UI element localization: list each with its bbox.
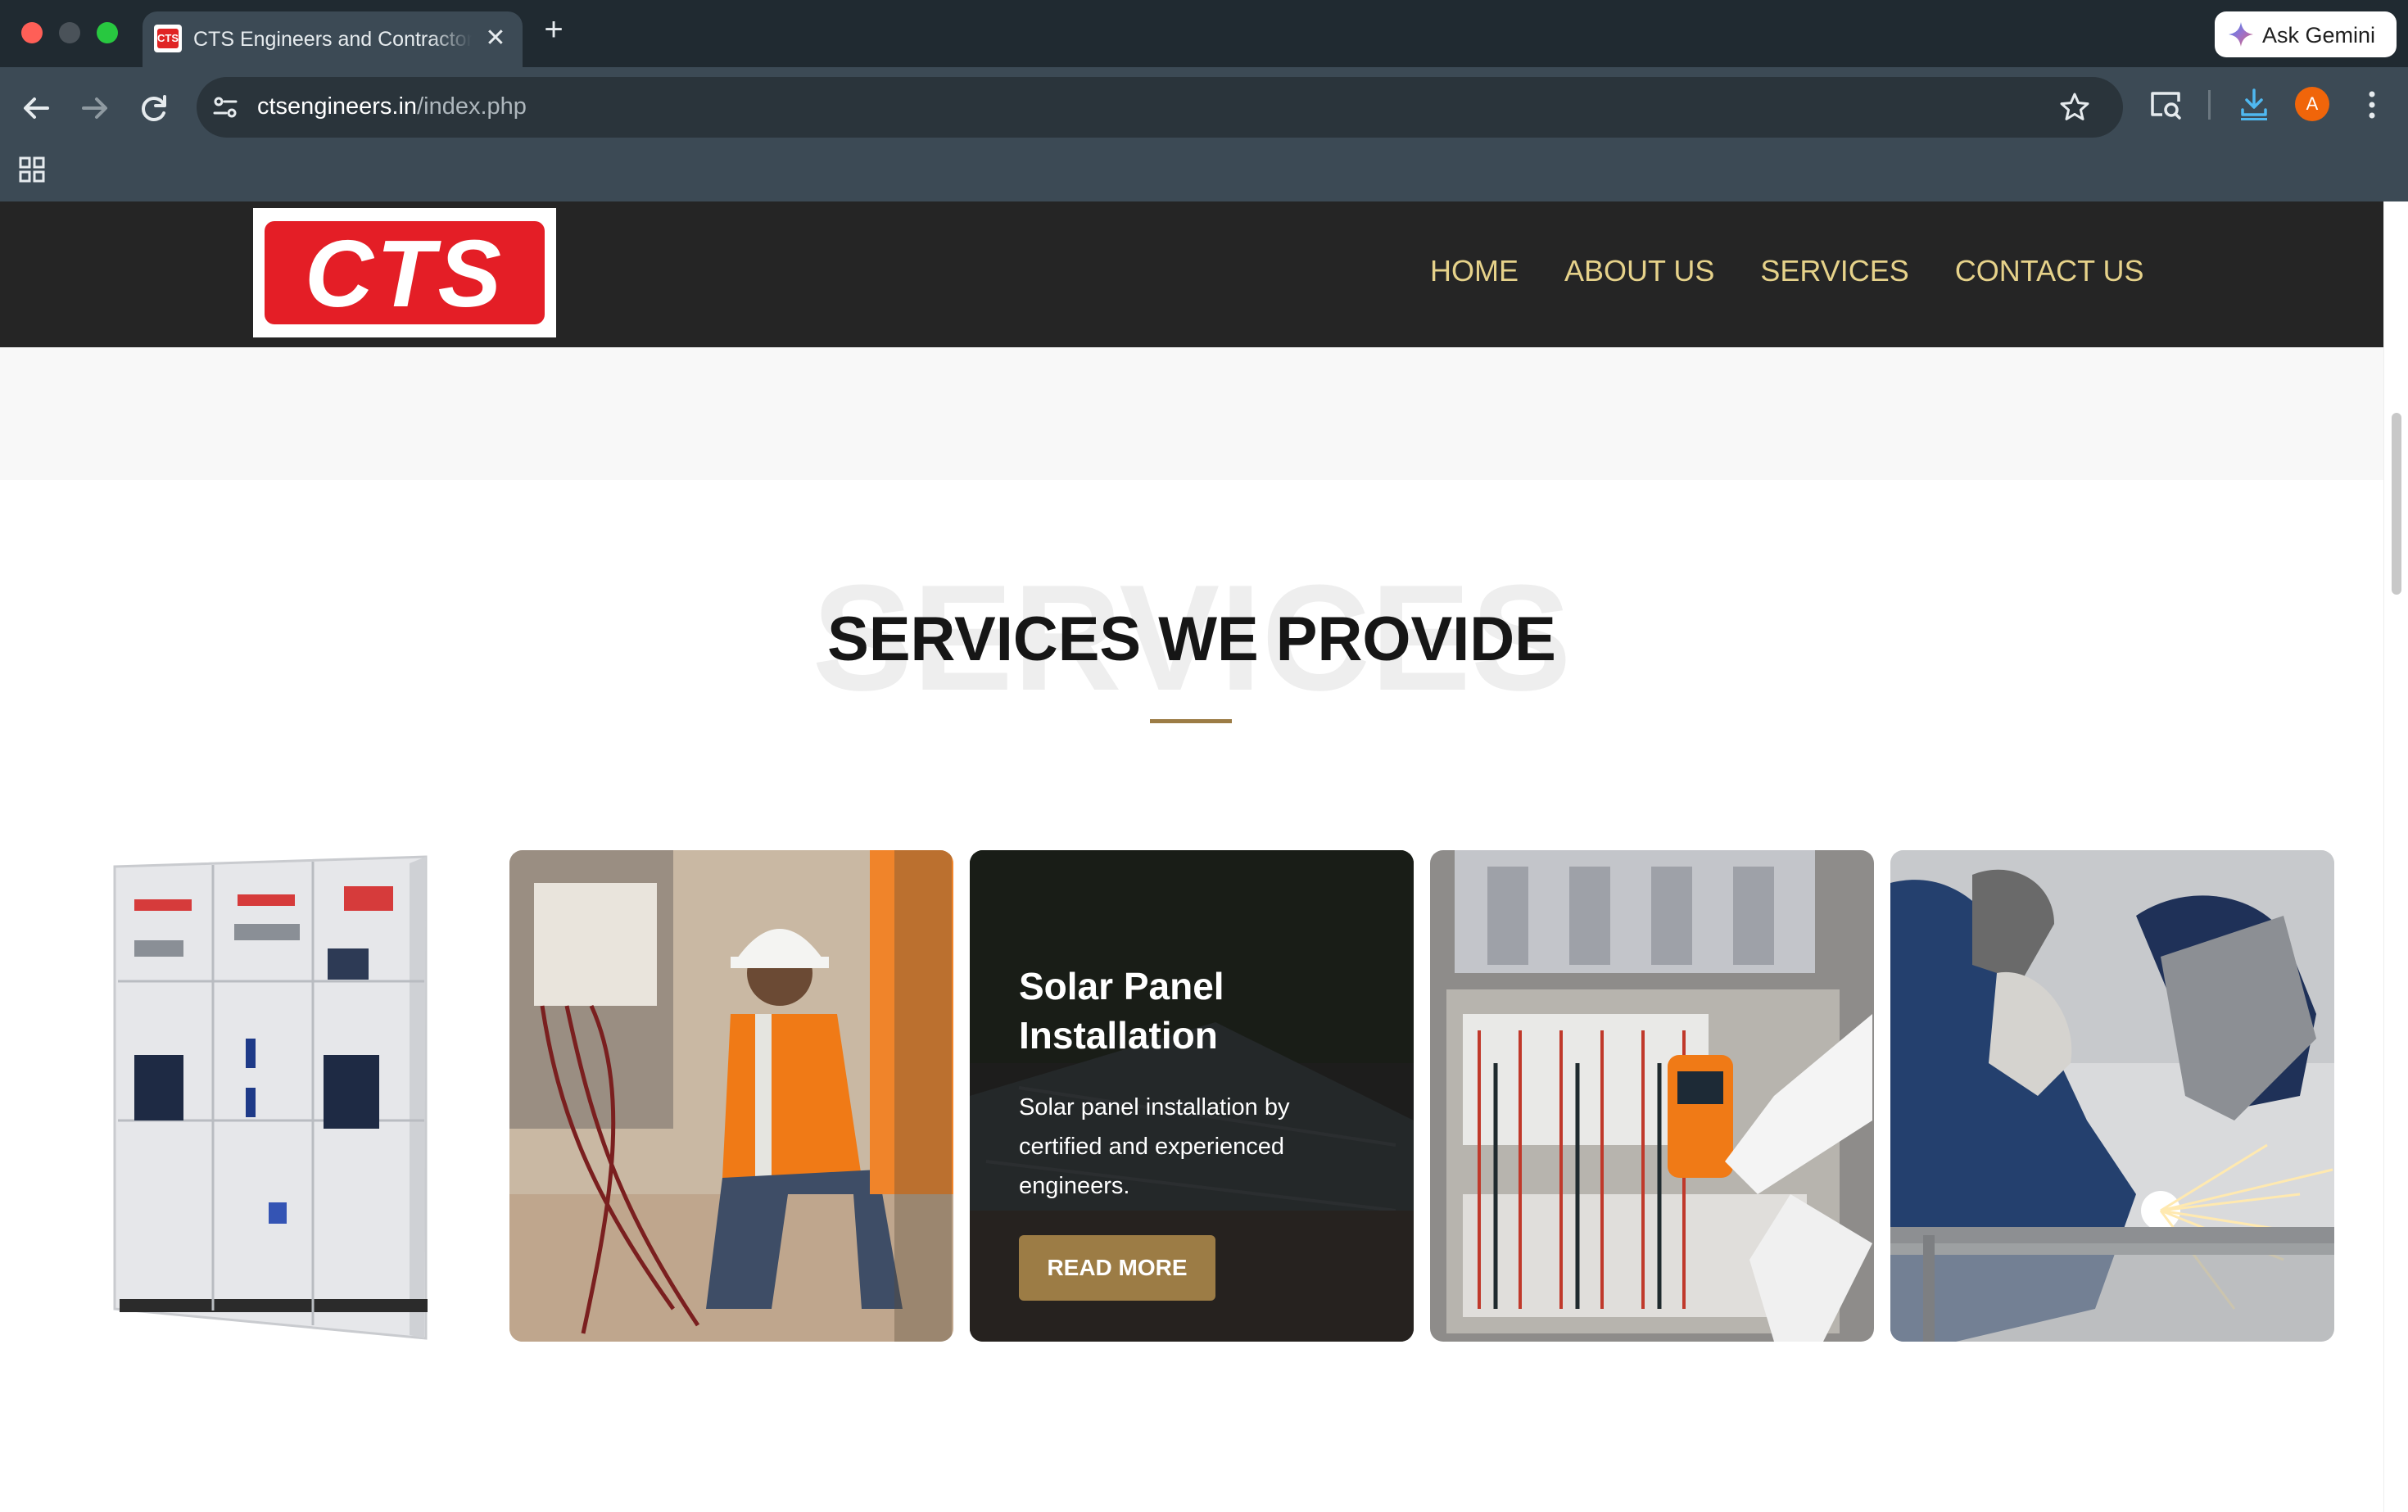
service-card-switchgear[interactable] xyxy=(1430,850,1874,1342)
service-card-title: Solar Panel Installation xyxy=(1019,965,1224,1057)
gemini-sparkle-icon xyxy=(2229,22,2253,47)
logo-badge: CTS xyxy=(265,221,545,324)
service-card-solar[interactable]: Solar Panel Installation Solar panel ins… xyxy=(970,850,1414,1342)
service-card-electrical-panel[interactable] xyxy=(98,850,542,1342)
section-divider xyxy=(1150,719,1232,723)
url-domain: ctsengineers.in xyxy=(257,93,418,120)
nav-contact-us[interactable]: CONTACT US xyxy=(1955,254,2144,288)
browser-tab-active[interactable]: CTS CTS Engineers and Contractors ✕ xyxy=(143,11,523,67)
site-nav: HOME ABOUT US SERVICES CONTACT US xyxy=(1430,254,2143,288)
ask-gemini-label: Ask Gemini xyxy=(2262,23,2376,48)
window-minimize-button[interactable] xyxy=(59,22,80,43)
page-viewport: CTS HOME ABOUT US SERVICES CONTACT US SE… xyxy=(0,201,2383,1512)
welding-image xyxy=(1890,850,2334,1342)
site-info-icon[interactable] xyxy=(210,92,241,123)
service-card-wiring[interactable] xyxy=(509,850,953,1342)
back-arrow-icon[interactable] xyxy=(16,88,56,128)
nav-about-us[interactable]: ABOUT US xyxy=(1564,254,1714,288)
search-tab-icon[interactable] xyxy=(2148,87,2184,123)
read-more-button[interactable]: READ MORE xyxy=(1019,1235,1215,1301)
profile-avatar[interactable]: A xyxy=(2295,87,2329,121)
nav-services[interactable]: SERVICES xyxy=(1760,254,1908,288)
url-text[interactable]: ctsengineers.in/index.php xyxy=(257,93,527,120)
switchgear-testing-image xyxy=(1430,850,1874,1342)
site-header: CTS HOME ABOUT US SERVICES CONTACT US xyxy=(0,201,2383,347)
tab-title: CTS Engineers and Contractors xyxy=(193,28,472,51)
window-zoom-button[interactable] xyxy=(97,22,118,43)
kebab-menu-icon[interactable] xyxy=(2354,87,2390,123)
site-logo[interactable]: CTS xyxy=(253,208,556,337)
new-tab-button[interactable]: + xyxy=(537,13,570,46)
window-close-button[interactable] xyxy=(21,22,43,43)
technician-wiring-image xyxy=(509,850,953,1342)
electrical-panel-image xyxy=(98,850,542,1342)
apps-grid-icon[interactable] xyxy=(18,156,46,183)
toolbar-separator xyxy=(2208,90,2211,120)
section-title: SERVICES WE PROVIDE xyxy=(827,604,1556,674)
nav-home[interactable]: HOME xyxy=(1430,254,1519,288)
service-card-description: Solar panel installation by certified an… xyxy=(1019,1094,1290,1199)
scrollbar-thumb[interactable] xyxy=(2392,413,2401,595)
reload-icon[interactable] xyxy=(134,88,174,128)
download-icon[interactable] xyxy=(2236,85,2272,121)
logo-text: CTS xyxy=(305,220,505,327)
tab-close-icon[interactable]: ✕ xyxy=(482,25,509,52)
forward-arrow-icon[interactable] xyxy=(75,88,115,128)
hero-band xyxy=(0,347,2383,480)
service-card-welding[interactable] xyxy=(1890,850,2334,1342)
browser-toolbar: ctsengineers.in/index.php A xyxy=(0,67,2408,201)
site-favicon-icon: CTS xyxy=(154,25,182,52)
ask-gemini-button[interactable]: Ask Gemini xyxy=(2215,11,2397,57)
address-bar[interactable]: ctsengineers.in/index.php xyxy=(197,77,2123,138)
bookmark-star-icon[interactable] xyxy=(2057,90,2092,124)
page-scrollbar[interactable] xyxy=(2383,201,2408,1512)
url-path: /index.php xyxy=(417,93,527,120)
browser-tab-strip: CTS CTS Engineers and Contractors ✕ + As… xyxy=(0,0,2408,67)
